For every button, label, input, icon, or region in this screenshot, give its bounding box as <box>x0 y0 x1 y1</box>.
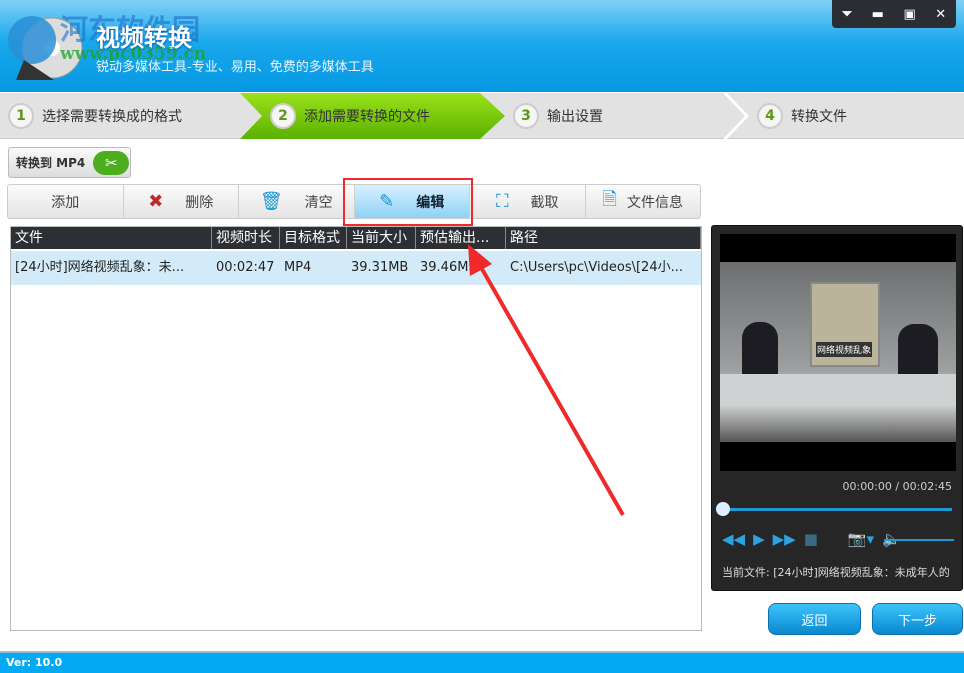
file-table: 文件 视频时长 目标格式 当前大小 预估输出... 路径 [24小时]网络视频乱… <box>10 226 702 631</box>
current-file-label: 当前文件: [24小时]网络视频乱象：未成年人的 <box>722 566 950 579</box>
timecode: 00:00:00 / 00:02:45 <box>842 480 952 493</box>
status-bar: Ver: 10.0 <box>0 651 964 673</box>
cell-duration: 00:02:47 <box>216 260 275 275</box>
tools-icon: ✂ <box>93 150 130 175</box>
delete-label: 删除 <box>185 194 214 211</box>
table-header: 文件 视频时长 目标格式 当前大小 预估输出... 路径 <box>11 227 701 249</box>
caption-text: 网络视频乱象 <box>816 342 873 357</box>
fast-forward-icon[interactable]: ▶▶ <box>773 530 796 548</box>
step-label: 添加需要转换的文件 <box>304 109 430 125</box>
rewind-icon[interactable]: ◀◀ <box>722 530 745 548</box>
window-controls: ⏷ ▬ ▣ ✕ <box>832 0 956 28</box>
crop-icon: ⛶ <box>495 191 509 212</box>
cell-size: 39.31MB <box>351 260 409 275</box>
menu-icon[interactable]: ⏷ <box>842 7 852 22</box>
step-number: 4 <box>757 103 783 129</box>
trash-icon: 🗑 <box>259 191 283 212</box>
cell-estimate: 39.46MB <box>420 260 478 275</box>
step-number: 3 <box>513 103 539 129</box>
step-4[interactable]: 4 转换文件 <box>757 93 847 139</box>
stop-icon[interactable]: ■ <box>804 530 818 548</box>
step-number: 2 <box>270 103 296 129</box>
clear-button[interactable]: 🗑 清空 <box>239 185 355 218</box>
step-1[interactable]: 1 选择需要转换成的格式 <box>8 93 182 139</box>
step-label: 选择需要转换成的格式 <box>42 109 182 125</box>
step-label: 输出设置 <box>547 109 603 125</box>
seek-bar[interactable] <box>720 508 952 511</box>
step-3[interactable]: 3 输出设置 <box>513 93 603 139</box>
volume-slider[interactable] <box>884 539 954 541</box>
format-label: 转换到 MP4 <box>16 156 86 170</box>
video-preview[interactable]: 网络视频乱象 <box>720 234 956 471</box>
cell-file: [24小时]网络视频乱象：未... <box>15 260 185 275</box>
col-duration[interactable]: 视频时长 <box>212 227 280 249</box>
col-estimated-output[interactable]: 预估输出... <box>416 227 506 249</box>
next-button[interactable]: 下一步 <box>872 603 963 635</box>
preview-panel: 网络视频乱象 00:00:00 / 00:02:45 ◀◀ ▶ ▶▶ ■ 📷▾ … <box>711 225 963 591</box>
minimize-icon[interactable]: ▬ <box>872 7 884 22</box>
add-label: 添加 <box>51 194 80 211</box>
table-row[interactable]: [24小时]网络视频乱象：未... 00:02:47 MP4 39.31MB 3… <box>11 251 701 285</box>
trim-label: 截取 <box>530 194 559 211</box>
news-desk <box>720 374 956 404</box>
clear-label: 清空 <box>304 194 333 211</box>
step-2[interactable]: 2 添加需要转换的文件 <box>270 93 430 139</box>
col-target-format[interactable]: 目标格式 <box>280 227 347 249</box>
seek-handle[interactable] <box>716 502 730 516</box>
step-number: 1 <box>8 103 34 129</box>
highlight-box <box>343 178 473 226</box>
add-button[interactable]: 添加 <box>8 185 124 218</box>
document-icon: 🗎 <box>602 188 617 210</box>
step-label: 转换文件 <box>791 109 847 125</box>
cell-path: C:\Users\pc\Videos\[24小... <box>510 260 683 275</box>
delete-icon: ✖ <box>148 191 164 212</box>
player-controls: ◀◀ ▶ ▶▶ ■ 📷▾ 🔈 <box>722 530 901 548</box>
col-current-size[interactable]: 当前大小 <box>347 227 416 249</box>
file-info-label: 文件信息 <box>626 194 683 211</box>
play-icon[interactable]: ▶ <box>753 530 765 548</box>
col-path[interactable]: 路径 <box>506 227 701 249</box>
video-frame: 网络视频乱象 <box>720 262 956 442</box>
file-info-button[interactable]: 🗎 文件信息 <box>586 185 701 218</box>
delete-button[interactable]: ✖ 删除 <box>124 185 239 218</box>
close-icon[interactable]: ✕ <box>935 7 946 22</box>
app-subtitle: 锐动多媒体工具-专业、易用、免费的多媒体工具 <box>96 60 374 75</box>
col-file[interactable]: 文件 <box>11 227 212 249</box>
convert-format-button[interactable]: 转换到 MP4 ✂ <box>8 147 131 178</box>
anchor-left <box>742 322 778 382</box>
camera-icon[interactable]: 📷▾ <box>848 530 874 548</box>
maximize-icon[interactable]: ▣ <box>903 7 915 22</box>
cell-format: MP4 <box>284 260 312 275</box>
trim-button[interactable]: ⛶ 截取 <box>470 185 586 218</box>
back-button[interactable]: 返回 <box>768 603 861 635</box>
